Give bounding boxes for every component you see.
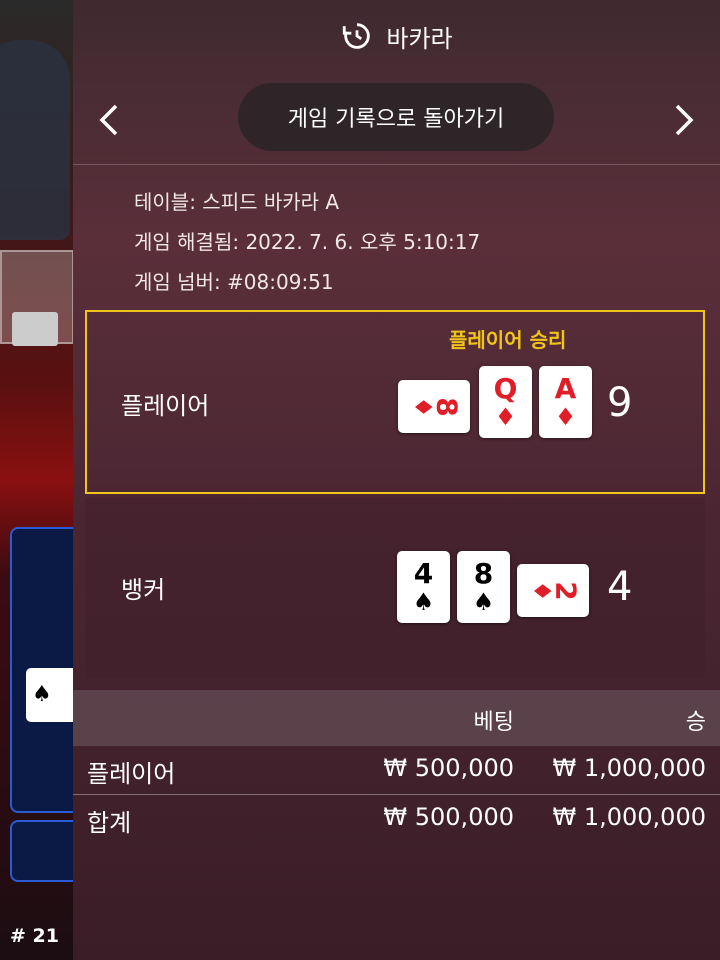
table-row: 플레이어 ₩ 500,000 ₩ 1,000,000 — [73, 746, 720, 795]
card-stack — [12, 312, 58, 346]
row-label: 플레이어 — [87, 760, 176, 788]
row-bet: ₩ 500,000 — [383, 803, 514, 831]
bets-table: 베팅 승 플레이어 ₩ 500,000 ₩ 1,000,000 합계 ₩ 500… — [73, 690, 720, 843]
round-number: # 21 — [10, 925, 59, 947]
player-label: 플레이어 — [121, 392, 210, 420]
history-icon — [343, 23, 371, 49]
game-info: 테이블: 스피드 바카라 A 게임 해결됨: 2022. 7. 6. 오후 5:… — [134, 182, 480, 302]
header: 바카라 — [73, 0, 720, 72]
back-to-history-button[interactable]: 게임 기록으로 돌아가기 — [238, 83, 554, 151]
banker-label: 뱅커 — [121, 576, 166, 604]
player-card-2: Q ♦ — [479, 366, 532, 438]
bets-table-header: 베팅 승 — [73, 690, 720, 746]
mini-card: ♠ — [26, 668, 80, 722]
bet-spot-secondary[interactable] — [10, 820, 80, 882]
card-suit: ♠ — [412, 588, 435, 616]
result-label: 플레이어 승리 — [449, 328, 567, 352]
resolved-time: 게임 해결됨: 2022. 7. 6. 오후 5:10:17 — [134, 230, 481, 254]
card-rank: Q — [493, 372, 518, 405]
previous-game-button[interactable] — [87, 98, 131, 142]
banker-card-3: ♦ 2 — [517, 564, 589, 617]
banker-total: 4 — [607, 564, 633, 610]
table-name: 테이블: 스피드 바카라 A — [134, 190, 340, 214]
card-suit: ♦ — [554, 403, 577, 431]
banker-card-2: 8 ♠ — [457, 551, 510, 623]
player-card-1: ♦ 8 — [398, 380, 470, 433]
card-rank: 8 — [473, 557, 494, 590]
card-rank: 8 — [430, 396, 464, 417]
card-suit: ♠ — [472, 588, 495, 616]
row-label: 합계 — [87, 809, 132, 837]
table-row-total: 합계 ₩ 500,000 ₩ 1,000,000 — [73, 795, 720, 843]
player-card-3: A ♦ — [539, 366, 592, 438]
card-rank: 4 — [413, 557, 434, 590]
live-video-background: ♠ — [0, 0, 80, 960]
column-win: 승 — [685, 710, 706, 735]
player-total: 9 — [607, 380, 633, 426]
game-number: 게임 넘버: #08:09:51 — [134, 270, 334, 294]
chevron-left-icon — [99, 104, 118, 136]
page-title: 바카라 — [386, 24, 453, 53]
dealer-figure — [0, 40, 70, 240]
row-bet: ₩ 500,000 — [383, 754, 514, 782]
history-navigation: 게임 기록으로 돌아가기 — [73, 80, 720, 165]
row-win: ₩ 1,000,000 — [552, 754, 706, 782]
row-win: ₩ 1,000,000 — [552, 803, 706, 831]
chevron-right-icon — [675, 104, 694, 136]
banker-card-1: 4 ♠ — [397, 551, 450, 623]
column-bet: 베팅 — [473, 710, 514, 735]
next-game-button[interactable] — [662, 98, 706, 142]
game-history-panel: 바카라 게임 기록으로 돌아가기 테이블: 스피드 바카라 A 게임 해결됨: … — [73, 0, 720, 960]
card-rank: A — [554, 372, 577, 405]
card-rank: 2 — [549, 580, 583, 601]
card-suit: ♦ — [494, 403, 517, 431]
